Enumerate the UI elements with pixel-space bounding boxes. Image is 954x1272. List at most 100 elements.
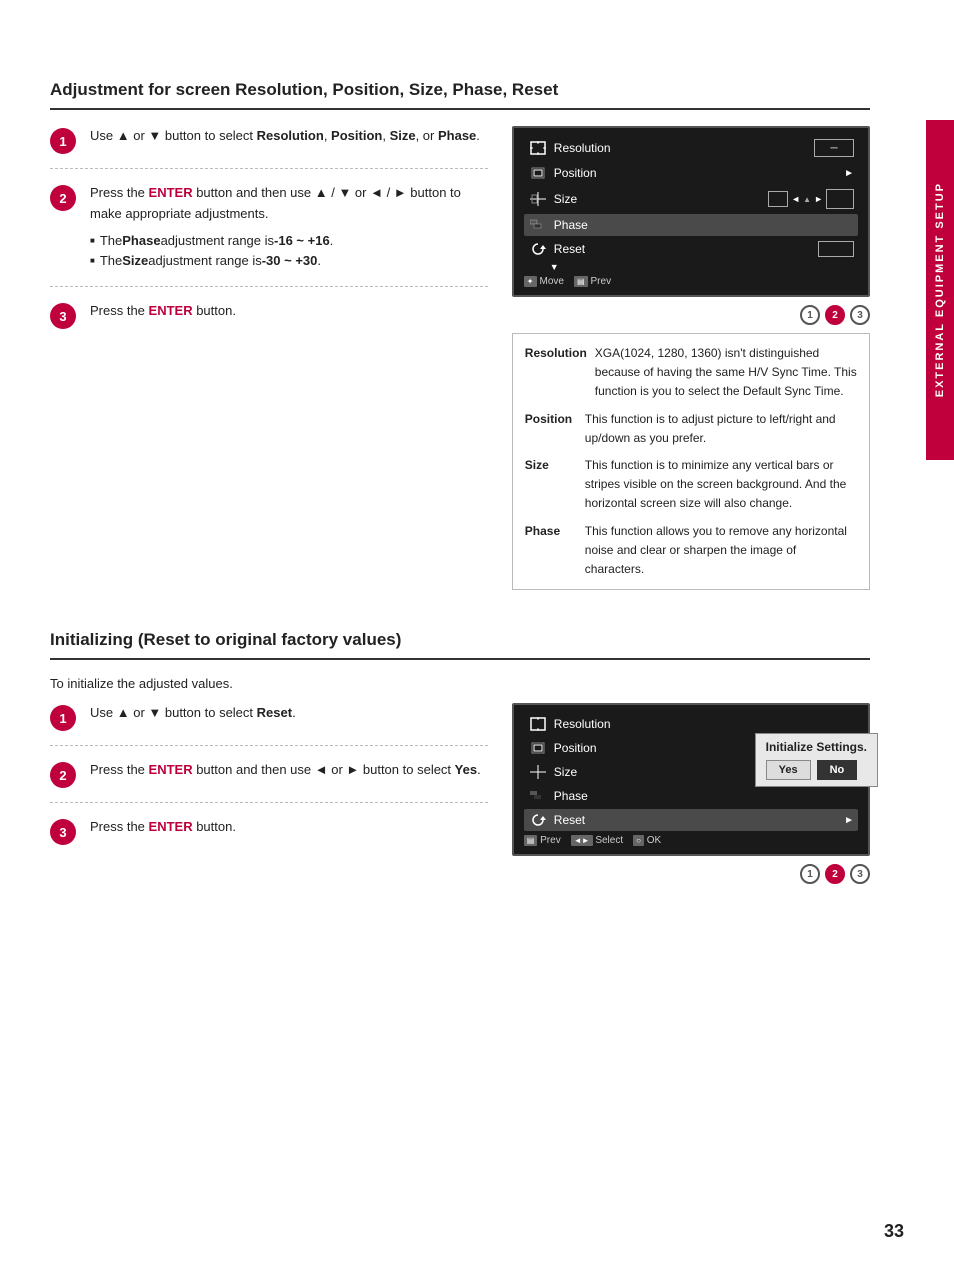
osd-indicator: ▼ bbox=[550, 262, 858, 272]
init-popup: Initialize Settings. Yes No bbox=[755, 733, 878, 787]
s2-step3-enter: ENTER bbox=[149, 819, 193, 834]
osd2-resolution-label: Resolution bbox=[554, 717, 854, 731]
desc-phase: Phase This function allows you to remove… bbox=[525, 522, 857, 580]
size-icon bbox=[528, 191, 548, 207]
sc1-1: 1 bbox=[800, 305, 820, 325]
step3-enter: ENTER bbox=[149, 303, 193, 318]
osd-move: ✦ Move bbox=[524, 276, 564, 287]
resolution-icon bbox=[528, 140, 548, 156]
osd2-position-icon bbox=[528, 740, 548, 756]
sc2-1: 1 bbox=[800, 864, 820, 884]
side-tab: EXTERNAL EQUIPMENT SETUP bbox=[926, 120, 954, 460]
init-no-btn[interactable]: No bbox=[817, 760, 858, 780]
desc-resolution-text: XGA(1024, 1280, 1360) isn't distinguishe… bbox=[595, 344, 857, 402]
osd-footer1: ✦ Move ▤ Prev bbox=[524, 276, 858, 287]
section2-right: Resolution Position Size bbox=[512, 703, 870, 892]
sc2-3: 3 bbox=[850, 864, 870, 884]
step3: 3 Press the ENTER button. bbox=[50, 301, 488, 343]
section2-title: Initializing (Reset to original factory … bbox=[50, 630, 870, 650]
osd-resolution-label: Resolution bbox=[554, 141, 814, 155]
step1-bold1: Resolution bbox=[257, 128, 324, 143]
osd-phase: Phase bbox=[524, 214, 858, 236]
s2-step2-bold: Yes bbox=[455, 762, 477, 777]
osd2-size-icon bbox=[528, 764, 548, 780]
osd2-resolution-icon bbox=[528, 716, 548, 732]
osd-position: Position ► bbox=[524, 162, 858, 184]
step2: 2 Press the ENTER button and then use ▲ … bbox=[50, 183, 488, 287]
desc-position-text: This function is to adjust picture to le… bbox=[585, 410, 857, 448]
position-icon bbox=[528, 165, 548, 181]
osd-size-label: Size bbox=[554, 192, 768, 206]
desc-size: Size This function is to minimize any ve… bbox=[525, 456, 857, 514]
s2-step1-circle: 1 bbox=[50, 705, 76, 731]
step3-circle: 3 bbox=[50, 303, 76, 329]
s2-step1: 1 Use ▲ or ▼ button to select Reset. bbox=[50, 703, 488, 746]
section1-steps: 1 Use ▲ or ▼ button to select Resolution… bbox=[50, 126, 488, 606]
side-tab-text: EXTERNAL EQUIPMENT SETUP bbox=[934, 182, 946, 397]
desc-resolution: Resolution XGA(1024, 1280, 1360) isn't d… bbox=[525, 344, 857, 402]
step-counters1: 1 2 3 bbox=[512, 305, 870, 325]
section2: Initializing (Reset to original factory … bbox=[50, 630, 870, 892]
section1-title: Adjustment for screen Resolution, Positi… bbox=[50, 80, 870, 100]
desc-position-label: Position bbox=[525, 410, 585, 429]
init-yes-btn[interactable]: Yes bbox=[766, 760, 811, 780]
osd2-phase-icon bbox=[528, 788, 548, 804]
section1-right: Resolution ─ Position ► bbox=[512, 126, 870, 606]
section2-steps: 1 Use ▲ or ▼ button to select Reset. 2 P… bbox=[50, 703, 488, 892]
osd-size: Size ◄ ▲ ► bbox=[524, 186, 858, 212]
desc-size-label: Size bbox=[525, 456, 585, 475]
section1-divider bbox=[50, 108, 870, 110]
s2-step1-text: Use ▲ or ▼ button to select Reset. bbox=[90, 703, 296, 724]
section2-divider bbox=[50, 658, 870, 660]
osd-size-large bbox=[826, 189, 854, 209]
sc2-2: 2 bbox=[825, 864, 845, 884]
osd-reset: Reset bbox=[524, 238, 858, 260]
step2-bullets: The Phase adjustment range is -16 ~ +16.… bbox=[90, 231, 488, 273]
osd-resolution-widget: ─ bbox=[814, 139, 854, 157]
s2-step3-text: Press the ENTER button. bbox=[90, 817, 236, 838]
step1-bold3: Size bbox=[390, 128, 416, 143]
osd-slider: ─ bbox=[814, 139, 854, 157]
desc-size-text: This function is to minimize any vertica… bbox=[585, 456, 857, 514]
init-popup-title: Initialize Settings. bbox=[766, 740, 867, 754]
osd2-prev: ▤ Prev bbox=[524, 835, 561, 846]
desc-resolution-label: Resolution bbox=[525, 344, 595, 363]
step2-enter: ENTER bbox=[149, 185, 193, 200]
step1-bold4: Phase bbox=[438, 128, 476, 143]
desc-box1: Resolution XGA(1024, 1280, 1360) isn't d… bbox=[512, 333, 870, 590]
osd-box1: Resolution ─ Position ► bbox=[512, 126, 870, 297]
s2-step2-enter: ENTER bbox=[149, 762, 193, 777]
osd2-reset: Reset ► bbox=[524, 809, 858, 831]
desc-phase-label: Phase bbox=[525, 522, 585, 541]
reset-icon bbox=[528, 241, 548, 257]
bullet2: The Size adjustment range is -30 ~ +30. bbox=[90, 251, 488, 272]
section2-subtitle: To initialize the adjusted values. bbox=[50, 676, 870, 691]
osd2-resolution: Resolution bbox=[524, 713, 858, 735]
osd2-ok: ○ OK bbox=[633, 835, 661, 846]
osd2-reset-arrow: ► bbox=[844, 815, 854, 826]
osd-prev: ▤ Prev bbox=[574, 276, 611, 287]
s2-step1-bold: Reset bbox=[257, 705, 292, 720]
s2-step2-text: Press the ENTER button and then use ◄ or… bbox=[90, 760, 481, 781]
osd-phase-label: Phase bbox=[554, 218, 854, 232]
step1-text: Use ▲ or ▼ button to select Resolution, … bbox=[90, 126, 480, 147]
s2-step3: 3 Press the ENTER button. bbox=[50, 817, 488, 859]
osd-size-widget: ◄ ▲ ► bbox=[768, 189, 854, 209]
step1-circle: 1 bbox=[50, 128, 76, 154]
desc-phase-text: This function allows you to remove any h… bbox=[585, 522, 857, 580]
sc1-2: 2 bbox=[825, 305, 845, 325]
osd2-phase-label: Phase bbox=[554, 789, 854, 803]
osd2-reset-icon bbox=[528, 812, 548, 828]
osd-reset-label: Reset bbox=[554, 242, 818, 256]
osd-resolution: Resolution ─ bbox=[524, 136, 858, 160]
phase-icon bbox=[528, 217, 548, 233]
osd2-footer: ▤ Prev ◄► Select ○ OK bbox=[524, 835, 858, 846]
osd-position-label: Position bbox=[554, 166, 844, 180]
osd-position-arrow: ► bbox=[844, 168, 854, 179]
step3-text: Press the ENTER button. bbox=[90, 301, 236, 322]
s2-step2-circle: 2 bbox=[50, 762, 76, 788]
step2-circle: 2 bbox=[50, 185, 76, 211]
step1: 1 Use ▲ or ▼ button to select Resolution… bbox=[50, 126, 488, 169]
osd2-phase: Phase bbox=[524, 785, 858, 807]
sc1-3: 3 bbox=[850, 305, 870, 325]
